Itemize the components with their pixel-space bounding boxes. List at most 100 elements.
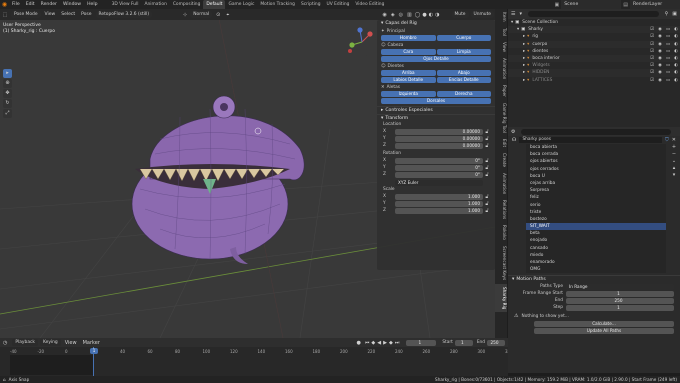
calculate-button[interactable]: Calculate... <box>534 321 674 328</box>
end-field[interactable]: 250 <box>566 297 674 304</box>
timeline-scrubber-area[interactable]: -40-200204060801001201401601802002202402… <box>0 347 508 376</box>
exclude-checkbox-icon[interactable]: ☑ <box>648 69 656 76</box>
menu-select[interactable]: Select <box>58 9 78 20</box>
expand-arrow-icon[interactable]: ▸ <box>523 69 525 76</box>
camera-icon[interactable]: ▭ <box>664 62 672 69</box>
shading-render-icon[interactable]: ◑ <box>435 12 439 18</box>
pose-item[interactable]: Sorpresa <box>526 187 666 194</box>
tab-animation-2[interactable]: Animation <box>495 170 507 197</box>
hide-eye-icon[interactable]: ◉ <box>656 26 664 33</box>
lock-icon[interactable]: 🔓︎ <box>483 172 491 178</box>
outliner-search-input[interactable] <box>528 11 659 17</box>
workspace-tab[interactable]: UV Editing <box>323 0 352 9</box>
unlink-icon[interactable]: ✕ <box>672 137 676 143</box>
hide-eye-icon[interactable]: ◉ <box>656 33 664 40</box>
workspace-tab[interactable]: 3D View Full <box>109 0 142 9</box>
exclude-checkbox-icon[interactable]: ☑ <box>648 48 656 55</box>
render-icon[interactable]: ◐ <box>672 26 680 33</box>
exclude-checkbox-icon[interactable]: ☑ <box>648 33 656 40</box>
shark-model[interactable] <box>131 95 305 264</box>
layer-button[interactable]: Hombro <box>381 35 436 41</box>
expand-arrow-icon[interactable]: ▸ <box>523 62 525 69</box>
render-icon[interactable]: ◐ <box>672 77 680 84</box>
menu-view[interactable]: View <box>42 9 59 20</box>
expand-arrow-icon[interactable]: ▸ <box>523 33 525 40</box>
marker-menu[interactable]: Marker <box>80 340 103 346</box>
rotate-tool-icon[interactable]: ↻ <box>3 99 12 108</box>
workspace-tab-active[interactable]: Default <box>203 0 226 9</box>
pose-item[interactable]: beta <box>526 230 666 237</box>
fake-user-icon[interactable]: ⛉ <box>665 137 669 143</box>
hide-eye-icon[interactable]: ◉ <box>656 48 664 55</box>
tab-tool[interactable]: Tool <box>495 25 507 39</box>
render-icon[interactable]: ◐ <box>672 69 680 76</box>
keying-menu[interactable]: Keying <box>39 339 61 346</box>
layer-button[interactable]: Labios Detalle <box>381 77 436 83</box>
next-key-icon[interactable]: ◆ <box>389 340 393 346</box>
current-frame-field[interactable]: 1 <box>406 339 437 346</box>
render-icon[interactable]: ◐ <box>672 33 680 40</box>
outliner-editor-icon[interactable]: ☰ <box>511 11 515 17</box>
pose-item[interactable]: OMG <box>526 266 666 273</box>
rotation-y-field[interactable]: 0° <box>395 164 483 171</box>
location-x-field[interactable]: 0.00000 <box>395 128 483 135</box>
pose-item[interactable]: cejas arriba <box>526 180 666 187</box>
expand-arrow-icon[interactable]: ▸ <box>523 48 525 55</box>
layer-button[interactable]: Limpia <box>436 49 491 55</box>
tab-create[interactable]: Create <box>495 150 507 170</box>
camera-icon[interactable]: ▭ <box>664 69 672 76</box>
new-collection-icon[interactable]: ▣ <box>672 11 677 17</box>
exclude-checkbox-icon[interactable]: ☑ <box>648 55 656 62</box>
lock-icon[interactable]: 🔓︎ <box>483 158 491 164</box>
layer-button[interactable]: Cara <box>381 49 436 55</box>
playback-menu[interactable]: Playback <box>12 339 38 346</box>
render-icon[interactable]: ◐ <box>672 55 680 62</box>
tab-rokoko[interactable]: Rokoko <box>495 222 507 243</box>
outliner-row[interactable]: ▸ ▾ cuerpo ☑ ◉ ▭ ◐ <box>508 40 680 48</box>
workspace-tab[interactable]: Compositing <box>170 0 204 9</box>
start-frame-field[interactable]: 1 <box>454 339 473 346</box>
layer-button[interactable]: Abajo <box>436 70 491 76</box>
tab-edit[interactable]: Edit <box>495 136 507 150</box>
tab-screencast-keys[interactable]: Screencast Keys <box>495 243 507 283</box>
select-tool-icon[interactable]: ▸ <box>3 69 12 78</box>
pose-item[interactable]: miedo <box>526 252 666 259</box>
workspace-tab[interactable]: Motion Tracking <box>257 0 298 9</box>
move-down-icon[interactable]: ▾ <box>669 172 679 179</box>
play-reverse-icon[interactable]: ◀ <box>377 340 381 346</box>
mode-dropdown[interactable]: Pose Mode <box>11 11 41 18</box>
remove-pose-icon[interactable]: − <box>669 151 679 158</box>
hide-eye-icon[interactable]: ◉ <box>656 77 664 84</box>
xray-toggle-icon[interactable]: ▥ <box>407 12 412 18</box>
layer-button[interactable]: Ojos Detalle <box>381 56 491 62</box>
camera-icon[interactable]: ▭ <box>664 77 672 84</box>
timeline-editor-icon[interactable]: ◷ <box>3 340 7 346</box>
orientation-dropdown[interactable]: Normal <box>190 11 213 18</box>
menu-pose[interactable]: Pose <box>78 9 94 20</box>
hide-eye-icon[interactable]: ◉ <box>656 41 664 48</box>
menu-file[interactable]: File <box>9 0 23 9</box>
scale-x-field[interactable]: 1.000 <box>395 193 483 200</box>
lock-icon[interactable]: 🔓︎ <box>483 201 491 207</box>
lock-icon[interactable]: 🔓︎ <box>483 143 491 149</box>
tab-sharky-rig[interactable]: Sharky Rig <box>495 283 507 313</box>
pose-item[interactable]: SIT_WAIT <box>526 223 666 231</box>
pose-item[interactable]: bostezo <box>526 216 666 223</box>
outliner-row[interactable]: ▸ ▾ dientes ☑ ◉ ▭ ◐ <box>508 48 680 55</box>
pose-item[interactable]: feliz <box>526 194 666 201</box>
hide-eye-icon[interactable]: ◉ <box>656 69 664 76</box>
visibility-icon[interactable]: ◉ <box>382 12 386 18</box>
lock-icon[interactable]: 🔓︎ <box>483 208 491 214</box>
rotation-mode-dropdown[interactable]: XYZ Euler <box>395 180 483 186</box>
camera-icon[interactable]: ▭ <box>664 26 672 33</box>
unmute-button[interactable]: Unmute <box>470 11 494 18</box>
move-tool-icon[interactable]: ✥ <box>3 89 12 98</box>
outliner-row[interactable]: ▸ ▾ HIDDEN ☑ ◉ ▭ ◐ <box>508 69 680 77</box>
camera-icon[interactable]: ▭ <box>664 41 672 48</box>
workspace-tab[interactable]: Animation <box>141 0 169 9</box>
menu-window[interactable]: Window <box>60 0 84 9</box>
transform-header[interactable]: ▾ Transform <box>377 114 495 122</box>
outliner-row[interactable]: ▾ ▣ Sharky ☑ ◉ ▭ ◐ <box>508 26 680 34</box>
expand-arrow-icon[interactable]: ▸ <box>523 41 525 48</box>
tab-item[interactable]: Item <box>495 9 507 25</box>
